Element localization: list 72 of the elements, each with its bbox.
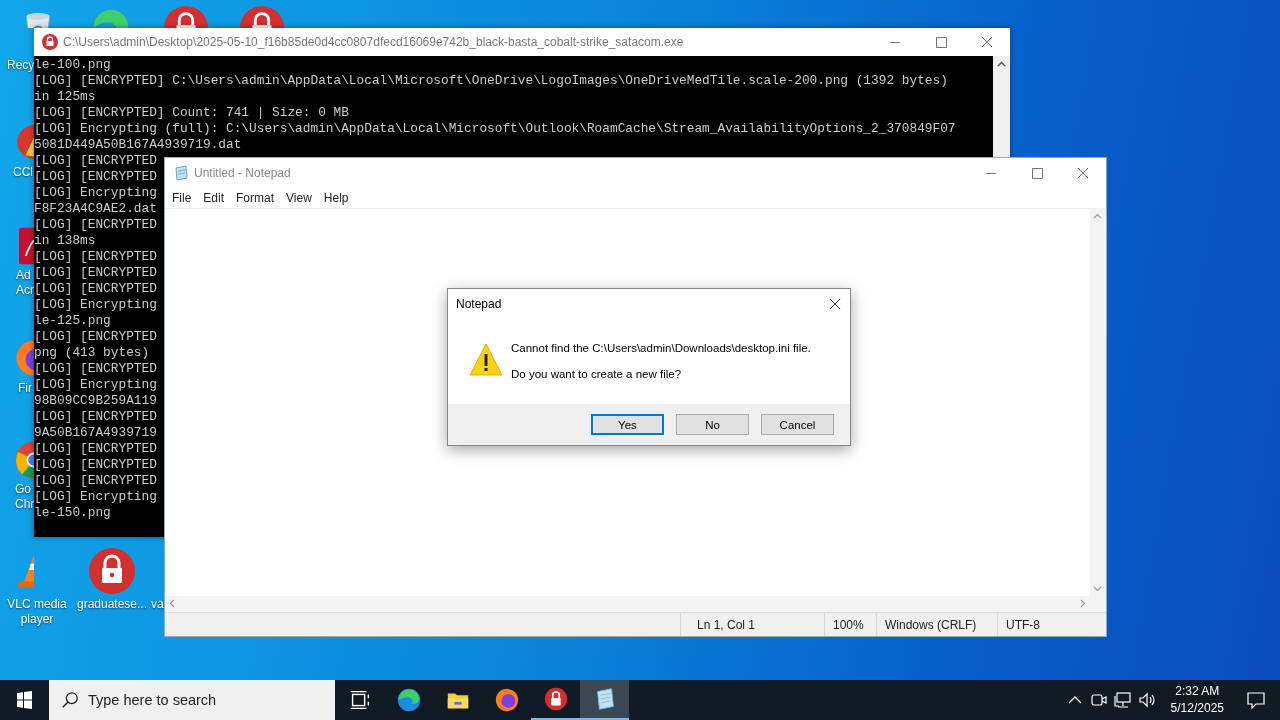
dialog-message: Cannot find the C:\Users\admin\Downloads\desktop.ini file. <box>511 341 811 356</box>
console-line: [LOG] [ENCRYPTED <box>34 249 157 265</box>
console-line: [LOG] [ENCRYPTED] Count: 741 | Size: 0 MB <box>34 105 349 121</box>
clock[interactable]: 2:32 AM 5/12/2025 <box>1160 683 1234 717</box>
fox-globe-icon <box>493 687 520 713</box>
icon-label: Recy <box>7 58 35 73</box>
console-line: [LOG] [ENCRYPTED <box>34 265 157 281</box>
search-icon <box>61 691 79 709</box>
console-line: le-125.png <box>34 313 111 329</box>
console-line: [LOG] Encrypting <box>34 377 157 393</box>
console-line: [LOG] [ENCRYPTED <box>34 441 157 457</box>
notepad-icon <box>173 164 189 181</box>
console-line: [LOG] [ENCRYPTED <box>34 153 157 169</box>
clock-date: 5/12/2025 <box>1170 700 1224 717</box>
icon-label: Ad Acr <box>16 268 34 298</box>
menu-item[interactable]: Format <box>230 190 281 205</box>
console-line: [LOG] Encrypting <box>34 489 157 504</box>
menu-item[interactable]: View <box>280 190 318 205</box>
taskbar-notepad-button[interactable] <box>580 680 629 720</box>
window-title: C:\Users\admin\Desktop\2025-05-10_f16b85de0d4cc0807dfecd16069e742b_black-basta_cobalt-strike_satacom.exe <box>63 35 685 49</box>
icon-label: Go Chr <box>15 482 35 512</box>
dialog-button[interactable]: No <box>676 414 749 435</box>
status-item: Ln 1, Col 1 <box>680 613 824 636</box>
dialog-button[interactable]: Cancel <box>761 414 834 435</box>
warning-icon <box>469 343 503 377</box>
console-line: [LOG] [ENCRYPTED <box>34 457 157 473</box>
search-placeholder: Type here to search <box>88 692 217 708</box>
console-line: [LOG] Encrypting (full): C:\Users\admin\AppData\Local\Microsoft\Outlook\RoamCache\Stream_AvailabilityOptions_2_370849F07 <box>34 121 956 137</box>
dialog-title: Notepad <box>456 297 502 311</box>
clock-time: 2:32 AM <box>1175 683 1220 700</box>
console-line: [LOG] [ENCRYPTED <box>34 409 157 425</box>
console-line: [LOG] [ENCRYPTED <box>34 361 157 377</box>
menu-item[interactable]: Help <box>317 190 355 205</box>
console-line: [LOG] [ENCRYPTED] C:\Users\admin\AppData\Local\Microsoft\OneDrive\LogoImages\OneDriveMedTile.scale-200.png (1392 bytes) <box>34 73 948 89</box>
browser-swirl-icon <box>395 687 422 713</box>
dialog-button[interactable]: Yes <box>591 414 664 435</box>
status-item: Windows (CRLF) <box>876 613 997 636</box>
console-line: in 125ms <box>34 89 96 105</box>
icon-label: va <box>151 597 164 612</box>
padlock-icon[interactable] <box>88 547 136 595</box>
notification-icon[interactable] <box>1246 690 1266 710</box>
console-line: png (413 bytes) <box>34 345 150 361</box>
menu-item[interactable]: File <box>166 190 198 205</box>
console-line: in 138ms <box>34 233 96 249</box>
window-title: Untitled - Notepad <box>194 165 292 180</box>
close-icon[interactable] <box>829 298 841 310</box>
console-line: F8F23A4C9AE2.dat <box>34 201 157 217</box>
icon-label: CCl <box>13 165 33 180</box>
console-line: [LOG] Encrypting <box>34 297 157 313</box>
padlock-icon <box>42 34 58 50</box>
dialog-question: Do you want to create a new file? <box>511 367 683 382</box>
console-line: 5081D449A50B167A4939719.dat <box>34 137 242 153</box>
console-line: 9A50B167A4939719 <box>34 425 157 441</box>
search-field[interactable]: Type here to search <box>49 680 335 720</box>
icon-label: graduatese... <box>75 597 149 612</box>
status-item: 100% <box>824 613 876 636</box>
console-line: [LOG] [ENCRYPTED <box>34 473 157 489</box>
padlock-icon <box>542 686 569 712</box>
icon-label: Fir <box>18 381 32 396</box>
console-line: [LOG] [ENCRYPTED <box>34 169 157 185</box>
network-icon[interactable] <box>1112 690 1133 710</box>
console-line: [LOG] Encrypting <box>34 185 157 201</box>
menu-item[interactable]: Edit <box>197 190 231 205</box>
icon-label: VLC media player <box>6 597 68 627</box>
console-line: [LOG] [ENCRYPTED <box>34 281 157 297</box>
volume-icon[interactable] <box>1136 690 1157 710</box>
console-line: [LOG] [ENCRYPTED <box>34 217 157 233</box>
console-line: le-100.png <box>34 57 111 73</box>
console-line: le-150.png <box>34 505 111 521</box>
console-line: 98B09CC9B259A119 <box>34 393 157 409</box>
console-line: [LOG] [ENCRYPTED <box>34 329 157 345</box>
status-item: UTF-8 <box>997 613 1104 636</box>
